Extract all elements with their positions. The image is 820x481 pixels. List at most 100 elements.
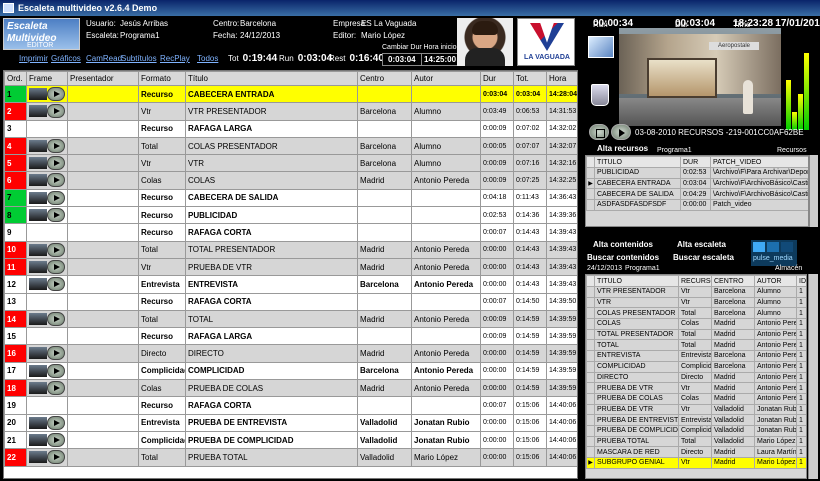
dur-cell[interactable]: 0:00:09 (480, 327, 514, 346)
tot-cell[interactable]: 0:14:59 (513, 344, 547, 363)
play-icon[interactable] (47, 277, 65, 292)
contenido-cell[interactable]: COMPLICIDAD (594, 360, 679, 373)
ord-cell[interactable]: 1 (4, 84, 27, 104)
titulo-cell[interactable]: VTR PRESENTADOR (185, 102, 358, 121)
contenido-cell[interactable]: Valladolid (711, 414, 755, 426)
frame-cell[interactable] (26, 102, 68, 121)
titulo-cell[interactable]: COLAS (185, 171, 358, 190)
frame-cell[interactable] (26, 84, 68, 104)
ord-cell[interactable]: 3 (4, 119, 27, 138)
contenido-cell[interactable]: Antonio Pereda (754, 382, 797, 394)
contenido-cell[interactable]: Madrid (711, 382, 755, 394)
contenido-row[interactable]: ▶ SUBGRUPO GENIAL Vtr Madrid Mario López 1 (586, 457, 806, 469)
contenido-cell[interactable]: TOTAL PRESENTADOR (594, 328, 679, 341)
centro-cell[interactable]: Barcelona (357, 154, 412, 173)
presentador-cell[interactable] (67, 430, 139, 450)
formato-cell[interactable]: Recurso (138, 188, 186, 208)
recurso-cell[interactable]: \Archivo\F\Para Archivar\Deportes (710, 167, 808, 179)
centro-cell[interactable]: Barcelona (357, 136, 412, 156)
centro-cell[interactable] (357, 206, 412, 225)
grid-header-cell[interactable]: Autor (411, 71, 481, 86)
contenido-row[interactable]: PRUEBA DE VTRVtrMadridAntonio Pereda1 (586, 382, 806, 394)
grid-header-cell[interactable]: Presentador (67, 71, 139, 86)
contenido-cell[interactable]: Jonatan Rubio (754, 403, 797, 416)
hora-cell[interactable]: 14:39:59 (546, 344, 577, 363)
centro-cell[interactable] (357, 188, 412, 208)
frame-cell[interactable] (26, 430, 68, 450)
contenido-cell[interactable]: PRUEBA DE COLAS (594, 392, 679, 405)
autor-cell[interactable]: Antonio Pereda (411, 171, 481, 190)
contenido-row[interactable]: VTR Vtr Barcelona Alumno 1 (586, 296, 806, 309)
play-icon[interactable] (47, 415, 65, 430)
contenido-cell[interactable]: Madrid (711, 328, 755, 341)
hora-cell[interactable]: 14:39:50 (546, 292, 577, 311)
formato-cell[interactable]: Total (138, 448, 186, 467)
contenido-cell[interactable]: 1 (796, 435, 806, 448)
ord-cell[interactable]: 11 (4, 257, 27, 277)
rundown-row[interactable]: 14 Total TOTAL Madrid Antonio Pereda 0:00:09 0… (4, 309, 577, 329)
contenido-cell[interactable]: 1 (796, 424, 806, 437)
contenido-cell[interactable]: 1 (796, 286, 806, 298)
tot-cell[interactable]: 0:14:43 (513, 240, 547, 259)
formato-cell[interactable]: Colas (138, 379, 186, 398)
frame-cell[interactable] (26, 379, 68, 398)
contenidos-scrollbar[interactable] (808, 274, 818, 479)
titulo-cell[interactable]: ENTREVISTA (185, 275, 358, 294)
centro-cell[interactable] (357, 223, 412, 242)
rundown-row[interactable]: 20 Entrevista PRUEBA DE ENTREVISTA Valladol… (4, 413, 577, 432)
contenido-row[interactable]: ENTREVISTA Entrevista Barcelona Antonio Per… (586, 350, 806, 362)
tot-cell[interactable]: 0:07:25 (513, 171, 547, 190)
play-icon[interactable] (47, 242, 65, 257)
titulo-cell[interactable]: RAFAGA LARGA (185, 327, 358, 346)
hora-cell[interactable]: 14:39:43 (546, 257, 577, 277)
menu-recplay[interactable]: RecPlay (160, 54, 190, 63)
ord-cell[interactable]: 21 (4, 430, 27, 450)
formato-cell[interactable]: Recurso (138, 327, 186, 346)
contenido-cell[interactable]: PRUEBA DE VTR (594, 382, 679, 394)
contenido-cell[interactable]: 1 (796, 339, 806, 352)
ord-cell[interactable]: 4 (4, 136, 27, 156)
contenido-row[interactable]: PRUEBA DE ENTREVISTA Entrevista Valladolid… (586, 414, 806, 426)
autor-cell[interactable] (411, 84, 481, 104)
titulo-cell[interactable]: PRUEBA DE COLAS (185, 379, 358, 398)
rundown-row[interactable]: 6 Colas COLAS Madrid Antonio Pereda 0:00:09 0:… (4, 171, 577, 190)
ord-cell[interactable]: 16 (4, 344, 27, 363)
hora-cell[interactable]: 14:39:43 (546, 223, 577, 242)
presentador-cell[interactable] (67, 448, 139, 467)
titulo-cell[interactable]: VTR (185, 154, 358, 173)
centro-cell[interactable]: Barcelona (357, 102, 412, 121)
autor-cell[interactable] (411, 292, 481, 311)
ord-cell[interactable]: 22 (4, 448, 27, 467)
play-icon[interactable] (47, 208, 65, 223)
play-icon[interactable] (47, 363, 65, 378)
contenido-cell[interactable]: Vtr (678, 296, 712, 309)
autor-cell[interactable]: Jonatan Rubio (411, 430, 481, 450)
contenido-row[interactable]: PRUEBA DE COMPLICIDADComplicidadValladol… (586, 424, 806, 437)
recurso-cell[interactable]: CABECERA ENTRADA (594, 177, 681, 190)
ord-cell[interactable]: 10 (4, 240, 27, 259)
centro-cell[interactable] (357, 396, 412, 415)
play-icon[interactable] (47, 138, 65, 153)
hora-cell[interactable]: 14:40:06 (546, 430, 577, 450)
formato-cell[interactable]: Total (138, 240, 186, 259)
frame-cell[interactable] (26, 396, 68, 415)
play-icon[interactable] (47, 87, 65, 101)
contenido-cell[interactable]: 1 (796, 371, 806, 384)
rundown-row[interactable]: 2 Vtr VTR PRESENTADOR Barcelona Alumno 0:03:4… (4, 102, 577, 121)
contenido-cell[interactable]: Barcelona (711, 286, 755, 298)
contenido-cell[interactable]: Alumno (754, 286, 797, 298)
autor-cell[interactable] (411, 119, 481, 138)
recurso-cell[interactable]: CABECERA DE SALIDA (594, 188, 681, 201)
contenido-cell[interactable]: 1 (796, 328, 806, 341)
hora-cell[interactable]: 14:39:59 (546, 361, 577, 381)
formato-cell[interactable]: Entrevista (138, 413, 186, 432)
contenido-cell[interactable]: Directo (678, 371, 712, 384)
frame-cell[interactable] (26, 292, 68, 311)
contenido-cell[interactable]: Jonatan Rubio (754, 424, 797, 437)
contenido-cell[interactable]: Mario López (754, 435, 797, 448)
centro-cell[interactable]: Valladolid (357, 430, 412, 450)
contenido-cell[interactable]: Complicidad (678, 424, 712, 437)
tot-cell[interactable]: 0:14:36 (513, 206, 547, 225)
hora-cell[interactable]: 14:36:43 (546, 188, 577, 208)
titulo-cell[interactable]: PRUEBA DE VTR (185, 257, 358, 277)
